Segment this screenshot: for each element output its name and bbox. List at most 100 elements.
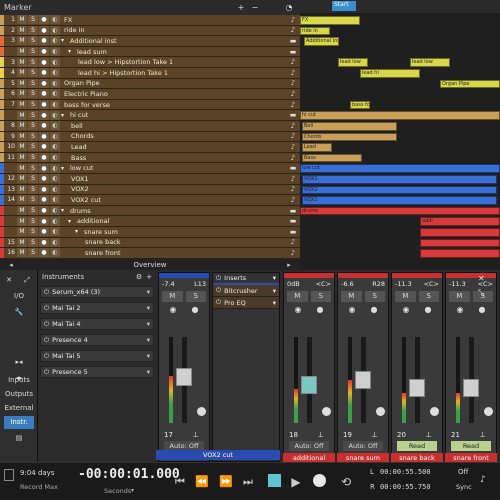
fader-knob[interactable] <box>301 376 317 395</box>
fader[interactable] <box>398 337 439 427</box>
track-name[interactable]: snare front <box>82 249 286 257</box>
monitor-button[interactable]: ◐ <box>50 195 60 205</box>
arrange-clip[interactable] <box>420 249 500 258</box>
solo-button[interactable]: S <box>28 131 38 141</box>
track-name[interactable]: Electric Piano <box>61 90 286 98</box>
monitor-icon[interactable]: ◉ <box>403 305 410 314</box>
track-row[interactable]: 2 M S ● ◐ ride in ♪ <box>0 25 300 37</box>
mute-button[interactable]: M <box>17 110 27 120</box>
skip-end-icon[interactable]: ⏭ <box>240 475 256 489</box>
arrange-clip[interactable]: lead low <box>410 58 450 67</box>
record-arm-button[interactable]: ● <box>39 121 49 131</box>
record-arm-button[interactable]: ● <box>39 174 49 184</box>
instrument-icon[interactable]: ♪ <box>286 249 300 257</box>
power-icon[interactable]: ⏻ <box>44 368 49 377</box>
mute-button[interactable]: M <box>17 121 27 131</box>
volume-value[interactable]: 0dB <box>287 280 300 288</box>
record-arm-button[interactable]: ● <box>39 163 49 173</box>
record-arm-button[interactable]: ● <box>39 216 49 226</box>
instrument-item[interactable]: ⏻ Mai Tai 2 ▾ <box>40 302 154 314</box>
solo-button[interactable]: S <box>28 206 38 216</box>
arrange-clip[interactable]: Organ Pipe <box>440 79 500 89</box>
track-row[interactable]: M S ● ◐ ▾ low cut ▬ <box>0 163 300 174</box>
chevron-down-icon[interactable]: ▾ <box>147 288 150 296</box>
instr-button[interactable]: Instr. <box>4 416 34 429</box>
pan-value[interactable]: R28 <box>372 280 385 288</box>
instrument-icon[interactable]: ♪ <box>286 79 300 87</box>
record-arm-button[interactable]: ● <box>39 89 49 99</box>
monitor-icon[interactable]: ◉ <box>349 305 356 314</box>
volume-value[interactable]: -11.3 <box>395 280 412 288</box>
track-name[interactable]: VOX2 <box>68 185 286 193</box>
solo-button[interactable]: S <box>28 110 38 120</box>
track-name[interactable]: snare sum <box>81 228 286 236</box>
mute-button[interactable]: M <box>17 174 27 184</box>
track-name[interactable]: Additional inst <box>67 37 286 45</box>
record-arm-button[interactable]: ● <box>39 110 49 120</box>
solo-button[interactable]: S <box>28 36 38 46</box>
outputs-button[interactable]: Outputs <box>4 388 34 401</box>
monitor-button[interactable]: ◐ <box>50 227 60 237</box>
record-arm-button[interactable]: ● <box>39 227 49 237</box>
monitor-button[interactable]: ◐ <box>50 153 60 163</box>
automation-mode[interactable]: Auto: Off <box>343 441 383 451</box>
record-arm-icon[interactable]: ● <box>192 305 199 314</box>
monitor-button[interactable]: ◐ <box>50 36 60 46</box>
track-name[interactable]: snare back <box>82 238 286 246</box>
record-arm-button[interactable]: ● <box>39 142 49 152</box>
time-unit[interactable]: Seconds <box>104 487 131 495</box>
arrange-clip[interactable]: Bell <box>302 122 397 131</box>
arrange-clip[interactable] <box>420 228 500 237</box>
record-arm-button[interactable]: ● <box>39 57 49 67</box>
arrange-clip[interactable]: addi <box>420 217 500 226</box>
solo-button[interactable]: S <box>28 195 38 205</box>
power-icon[interactable]: ⏻ <box>44 304 49 313</box>
arrange-clip[interactable]: hi cut <box>300 111 500 120</box>
chevron-down-icon[interactable]: ▾ <box>147 352 150 360</box>
arrange-view[interactable]: Start FX ride in Additional inst lead low le… <box>300 0 500 270</box>
record-arm-icon[interactable]: ● <box>371 305 378 314</box>
expand-horizontal-icon[interactable]: ▸◂ <box>4 356 34 369</box>
return-to-zero-icon[interactable]: ⏮ <box>172 475 188 489</box>
power-icon[interactable]: ⏻ <box>216 298 221 307</box>
track-row[interactable]: 4 M S ● ◐ lead hi > Hipstortion Take 1 ♪ <box>0 68 300 79</box>
track-name[interactable]: additional <box>74 217 286 225</box>
record-arm-button[interactable]: ● <box>39 25 49 35</box>
time-display[interactable]: -00:00:01.000 <box>78 467 180 482</box>
track-row[interactable]: 6 M S ● ◐ Electric Piano ♪ <box>0 89 300 100</box>
folder-icon[interactable]: ▬ <box>286 228 300 236</box>
solo-button[interactable]: S <box>28 100 38 110</box>
overview-label[interactable]: Overview <box>18 261 282 269</box>
track-name[interactable]: FX <box>61 16 286 24</box>
record-arm-button[interactable]: ● <box>39 100 49 110</box>
track-name[interactable]: bass for verse <box>61 101 286 109</box>
record-arm-icon[interactable]: ● <box>317 305 324 314</box>
mute-button[interactable]: M <box>17 36 27 46</box>
record-arm-button[interactable]: ● <box>39 237 49 247</box>
external-button[interactable]: External <box>4 402 34 415</box>
inserts-header[interactable]: ⏻ Inserts ▾ <box>213 273 279 285</box>
track-row[interactable]: 12 M S ● ◐ VOX1 ♪ <box>0 174 300 185</box>
mute-button[interactable]: M <box>17 100 27 110</box>
monitor-button[interactable]: ◐ <box>50 131 60 141</box>
record-arm-button[interactable]: ● <box>39 206 49 216</box>
scroll-right-icon[interactable]: ▸ <box>282 261 296 269</box>
automation-mode[interactable]: Read <box>397 441 437 451</box>
monitor-button[interactable]: ◐ <box>50 110 60 120</box>
mute-button[interactable]: M <box>17 216 27 226</box>
instrument-item[interactable]: ⏻ Mai Tai 4 ▾ <box>40 318 154 330</box>
monitor-button[interactable]: ◐ <box>50 57 60 67</box>
expand-icon[interactable]: ⤢ <box>20 274 34 287</box>
track-row[interactable]: 11 M S ● ◐ Bass ♪ <box>0 152 300 164</box>
arrange-clip[interactable]: Chords <box>302 132 397 142</box>
chevron-down-icon[interactable]: ▾ <box>273 287 276 295</box>
instrument-icon[interactable]: ♪ <box>286 154 300 162</box>
mute-button[interactable]: M <box>17 57 27 67</box>
monitor-button[interactable]: ◐ <box>50 163 60 173</box>
scroll-left-icon[interactable]: ◂ <box>4 261 18 269</box>
arrange-clip[interactable] <box>420 238 500 248</box>
arrange-clip[interactable]: Bass <box>302 153 362 163</box>
mute-button[interactable]: M <box>341 291 362 302</box>
chevron-down-icon[interactable]: ▾ <box>147 304 150 312</box>
solo-button[interactable]: S <box>28 25 38 35</box>
